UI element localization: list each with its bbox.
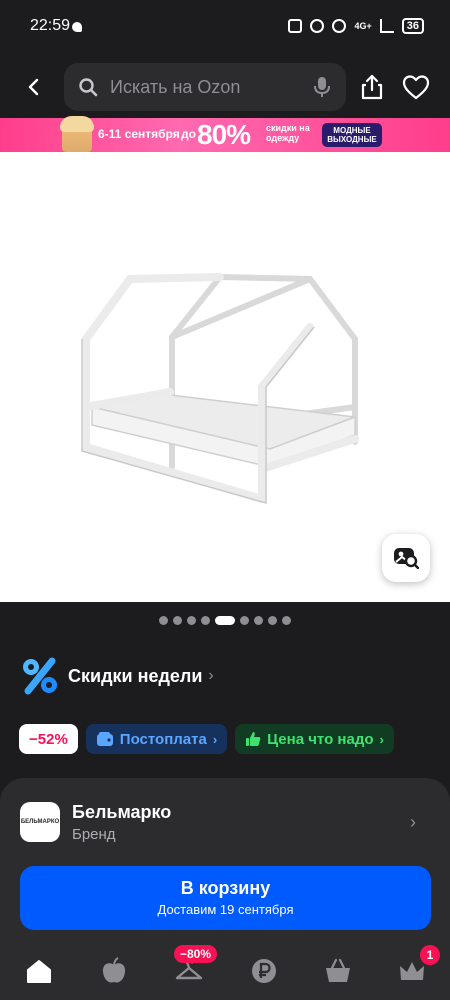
chevron-right-icon[interactable]: ›: [410, 812, 416, 833]
microphone-icon[interactable]: [314, 76, 330, 98]
brand-name[interactable]: Бельмарко: [72, 802, 171, 823]
apple-icon[interactable]: [99, 956, 129, 986]
good-price-chip-label: Цена что надо: [267, 730, 374, 748]
chevron-right-icon: ›: [379, 731, 384, 747]
wallet-icon: [96, 732, 113, 746]
delivery-date: Доставим 19 сентября: [157, 902, 294, 917]
brand-logo-text: БЕЛЬМАРКО: [20, 819, 60, 825]
sale-badge: −80%: [174, 945, 218, 963]
pagination-dot[interactable]: [187, 616, 196, 625]
banner-tag: МОДНЫЕ ВЫХОДНЫЕ: [322, 123, 382, 147]
find-similar-button[interactable]: [382, 534, 430, 582]
pagination-dot[interactable]: [240, 616, 249, 625]
image-search-icon: [394, 548, 419, 569]
product-image-house-bed: [81, 273, 359, 504]
status-bar: 22:59 4G+ 36: [0, 0, 450, 56]
postpay-chip[interactable]: Постоплата ›: [85, 724, 228, 754]
notification-icon: [72, 22, 82, 32]
alarm-icon: [310, 19, 325, 33]
brand-type: Бренд: [72, 826, 116, 843]
weekly-discounts-link[interactable]: Скидки недели ›: [20, 656, 214, 696]
system-icons: 4G+ 36: [288, 18, 424, 34]
back-button[interactable]: [20, 73, 48, 101]
pagination-dot[interactable]: [254, 616, 263, 625]
mute-icon: [332, 19, 347, 33]
product-gallery[interactable]: [0, 152, 450, 602]
add-to-cart-label: В корзину: [180, 878, 271, 898]
add-to-cart-button[interactable]: В корзину Доставим 19 сентября: [20, 866, 431, 930]
battery-level: 36: [401, 18, 424, 34]
search-placeholder[interactable]: Искать на Ozon: [110, 77, 314, 98]
chevron-right-icon: ›: [208, 667, 214, 684]
network-type: 4G+: [354, 21, 372, 31]
promo-banner[interactable]: 6-11 сентября до 80% скидки на одежду МО…: [0, 116, 450, 152]
percent-icon: [23, 657, 57, 695]
pagination-dot[interactable]: [268, 616, 277, 625]
home-icon[interactable]: [24, 956, 54, 986]
banner-model-image: [60, 116, 94, 152]
weekly-discounts-label: Скидки недели: [68, 665, 203, 686]
good-price-chip[interactable]: Цена что надо ›: [235, 724, 394, 754]
pagination-dot[interactable]: [159, 616, 168, 625]
share-icon[interactable]: [358, 73, 386, 101]
postpay-chip-label: Постоплата: [119, 730, 207, 748]
banner-discount-text: скидки на одежду: [266, 123, 310, 143]
banner-upto: до: [181, 127, 196, 141]
basket-icon[interactable]: [323, 956, 353, 986]
chevron-right-icon: ›: [212, 731, 218, 747]
cart-count-badge: 1: [420, 945, 440, 965]
discount-chip[interactable]: −52%: [19, 724, 78, 754]
ruble-icon[interactable]: [249, 956, 279, 986]
search-bar[interactable]: Искать на Ozon: [64, 63, 346, 111]
top-header: Искать на Ozon: [0, 56, 450, 118]
pagination-dot[interactable]: [282, 616, 291, 625]
thumbs-up-icon: [246, 732, 261, 746]
banner-dates: 6-11 сентября: [98, 127, 180, 141]
pagination-dot-active[interactable]: [215, 616, 235, 625]
discount-chip-label: −52%: [29, 730, 68, 748]
status-time: 22:59: [30, 17, 71, 34]
banner-percent: 80%: [197, 119, 251, 150]
brand-logo[interactable]: БЕЛЬМАРКО: [20, 802, 60, 842]
favorite-heart-icon[interactable]: [402, 74, 430, 100]
search-icon: [79, 78, 98, 97]
pagination-dot[interactable]: [201, 616, 210, 625]
nfc-icon: [288, 19, 303, 33]
gallery-pagination[interactable]: [0, 616, 450, 625]
bottom-tab-bar: −80% 1: [0, 940, 450, 1000]
pagination-dot[interactable]: [173, 616, 182, 625]
promo-chips: −52% Постоплата › Цена что надо ›: [19, 724, 394, 754]
signal-icon: [379, 19, 394, 33]
chevron-left-icon: [28, 78, 39, 96]
